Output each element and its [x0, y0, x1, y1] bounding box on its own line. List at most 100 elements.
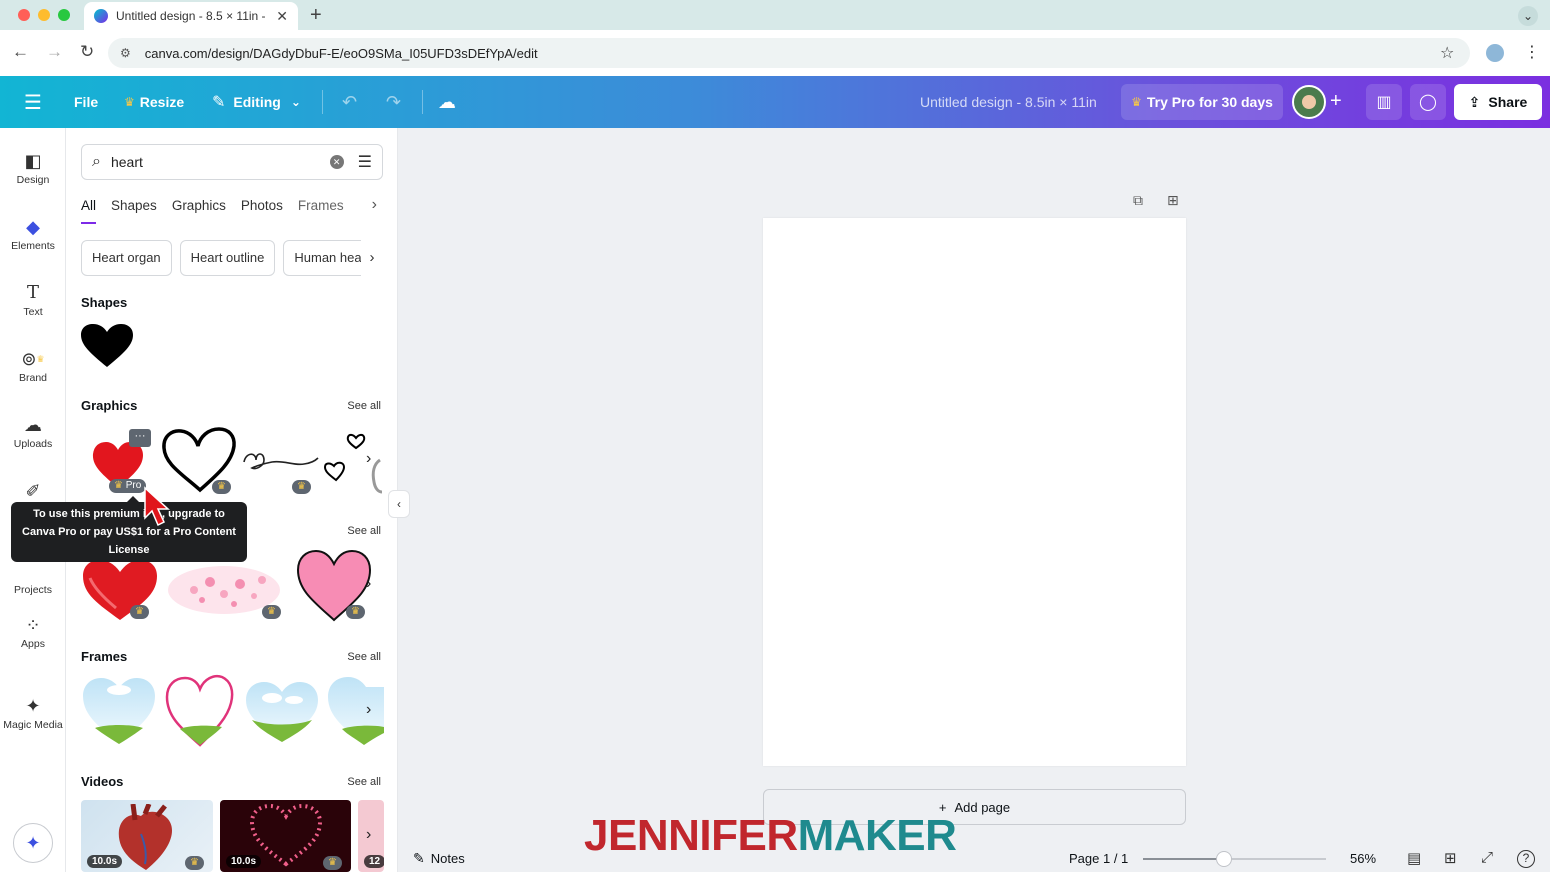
see-all-graphics-link[interactable]: See all	[347, 400, 381, 412]
notes-button[interactable]: ✎ Notes	[413, 850, 465, 867]
graphics-row-chevron-right-icon[interactable]: ›	[366, 450, 371, 468]
pro-crown-badge: ♛	[346, 605, 365, 619]
zoom-percent[interactable]: 56%	[1350, 851, 1376, 866]
frames-row-chevron-right-icon[interactable]: ›	[366, 701, 371, 719]
insights-chart-icon[interactable]: ▥	[1366, 84, 1402, 120]
watermark-part-2: MAKER	[797, 811, 957, 860]
tab-title: Untitled design - 8.5 × 11in -	[116, 9, 266, 23]
search-input[interactable]: ⌕ heart ✕ ☰	[81, 144, 383, 180]
browser-tab[interactable]: Untitled design - 8.5 × 11in - ✕	[84, 2, 298, 30]
graphics-row2-chevron-right-icon[interactable]: ›	[366, 575, 371, 593]
chip-human-heart[interactable]: Human hea	[283, 240, 373, 276]
rail-item-uploads[interactable]: ☁ Uploads	[0, 412, 66, 468]
rail-item-apps[interactable]: ⁘ Apps	[0, 612, 66, 668]
add-page-corner-icon[interactable]: ⊞	[1167, 192, 1179, 209]
undo-icon[interactable]: ↶	[342, 76, 357, 128]
heart-shape-thumbnail[interactable]	[80, 323, 134, 369]
help-icon[interactable]: ?	[1517, 850, 1535, 868]
site-settings-icon[interactable]: ⚙	[120, 46, 131, 60]
more-options-icon[interactable]: ···	[129, 429, 151, 447]
file-menu-button[interactable]: File	[74, 76, 98, 128]
tab-graphics[interactable]: Graphics	[172, 196, 226, 224]
heart-line-script-graphic[interactable]	[242, 444, 320, 478]
rail-item-brand[interactable]: ⊚♛ Brand	[0, 346, 66, 402]
forward-arrow-icon[interactable]: →	[46, 42, 63, 62]
try-pro-button[interactable]: ♛ Try Pro for 30 days	[1121, 84, 1283, 120]
fullscreen-icon[interactable]: ⤢	[1481, 849, 1493, 866]
heart-frame-sky-3-partial[interactable]	[324, 673, 384, 749]
browser-tab-bar: Untitled design - 8.5 × 11in - ✕ + ⌄	[0, 0, 1550, 30]
address-bar[interactable]: ⚙ canva.com/design/DAGdyDbuF-E/eoO9SMa_I…	[108, 38, 1470, 68]
share-label: Share	[1488, 94, 1528, 110]
cloud-saved-icon[interactable]: ☁	[438, 76, 456, 128]
new-tab-button[interactable]: +	[310, 4, 322, 27]
search-icon: ⌕	[92, 153, 101, 170]
crown-icon: ♛	[114, 480, 123, 491]
tab-shapes[interactable]: Shapes	[111, 196, 157, 224]
videos-row-chevron-right-icon[interactable]: ›	[366, 826, 371, 844]
chip-heart-organ[interactable]: Heart organ	[81, 240, 172, 276]
section-title-videos: Videos	[81, 774, 124, 789]
browser-toolbar: ← → ↻ ⚙ canva.com/design/DAGdyDbuF-E/eoO…	[0, 30, 1550, 76]
heart-frame-sky-2[interactable]	[244, 680, 320, 746]
rail-item-magic-media[interactable]: ✦ Magic Media	[0, 693, 66, 749]
zoom-slider-handle[interactable]	[1215, 851, 1232, 867]
browser-profile-avatar[interactable]	[1486, 44, 1504, 62]
chevron-down-icon: ⌄	[290, 95, 301, 109]
video-thumbnail-sparkle-heart[interactable]: 10.0s ♛	[220, 800, 351, 872]
jennifermaker-watermark: JENNIFERMAKER	[584, 810, 957, 862]
rail-label: Elements	[11, 240, 55, 252]
zoom-slider[interactable]	[1143, 851, 1326, 867]
rail-item-text[interactable]: T Text	[0, 280, 66, 336]
section-title-frames: Frames	[81, 649, 128, 664]
editing-mode-button[interactable]: ✎ Editing ⌄	[212, 76, 301, 128]
rail-item-projects[interactable]: Projects	[0, 558, 66, 614]
maximize-window-button[interactable]	[58, 9, 70, 21]
video-thumbnail-anatomical-heart[interactable]: 10.0s ♛	[81, 800, 213, 872]
tab-frames[interactable]: Frames	[298, 196, 344, 224]
design-page[interactable]	[763, 218, 1186, 766]
pages-view-icon[interactable]: ▤	[1407, 849, 1421, 867]
tab-close-icon[interactable]: ✕	[276, 8, 288, 25]
see-all-frames-link[interactable]: See all	[347, 651, 381, 663]
clear-search-icon[interactable]: ✕	[329, 155, 344, 169]
premium-tooltip: To use this premium i, upgrade to Canva …	[11, 496, 247, 562]
crown-icon: ♛	[351, 606, 360, 617]
chip-heart-outline[interactable]: Heart outline	[179, 240, 276, 276]
tab-all[interactable]: All	[81, 196, 97, 224]
bookmark-star-icon[interactable]: ☆	[1440, 43, 1454, 63]
canva-favicon-icon	[94, 9, 108, 23]
user-avatar[interactable]	[1292, 85, 1326, 119]
reload-icon[interactable]: ↻	[80, 42, 94, 62]
back-arrow-icon[interactable]: ←	[12, 42, 29, 62]
grid-view-icon[interactable]: ⊞	[1444, 849, 1457, 867]
page-counter[interactable]: Page 1 / 1	[1069, 851, 1128, 866]
share-button[interactable]: ⇪ Share	[1454, 84, 1542, 120]
comment-icon[interactable]: ◯	[1410, 84, 1446, 120]
chevron-right-icon[interactable]: ›	[361, 240, 383, 276]
redo-icon[interactable]: ↷	[386, 76, 401, 128]
rail-item-draw[interactable]: ✐	[0, 478, 66, 502]
heart-frame-outline-pink[interactable]	[164, 673, 236, 749]
invite-plus-icon[interactable]: +	[1330, 90, 1342, 113]
chevron-right-icon[interactable]: ›	[372, 196, 377, 214]
see-all-videos-link[interactable]: See all	[347, 776, 381, 788]
rail-item-elements[interactable]: ◆ Elements	[0, 214, 66, 270]
see-all-link[interactable]: See all	[347, 525, 381, 537]
close-window-button[interactable]	[18, 9, 30, 21]
main-menu-icon[interactable]: ☰	[24, 76, 42, 128]
browser-menu-icon[interactable]: ⋮	[1524, 42, 1540, 62]
canva-assistant-sparkle-icon[interactable]: ✦	[13, 823, 53, 863]
heart-frame-sky-1[interactable]	[81, 676, 157, 746]
resize-button[interactable]: ♛ Resize	[124, 76, 184, 128]
rail-item-design[interactable]: ◧ Design	[0, 148, 66, 204]
tab-search-chevron-icon[interactable]: ⌄	[1518, 6, 1538, 26]
tab-photos[interactable]: Photos	[241, 196, 283, 224]
toolbar-divider	[322, 90, 323, 114]
duplicate-page-icon[interactable]: ⧉	[1133, 192, 1143, 209]
document-title[interactable]: Untitled design - 8.5in × 11in	[920, 76, 1097, 128]
minimize-window-button[interactable]	[38, 9, 50, 21]
filter-sliders-icon[interactable]: ☰	[358, 152, 372, 172]
double-heart-doodle-graphic[interactable]	[322, 428, 370, 484]
collapse-panel-chevron-left-icon[interactable]: ‹	[388, 490, 410, 518]
